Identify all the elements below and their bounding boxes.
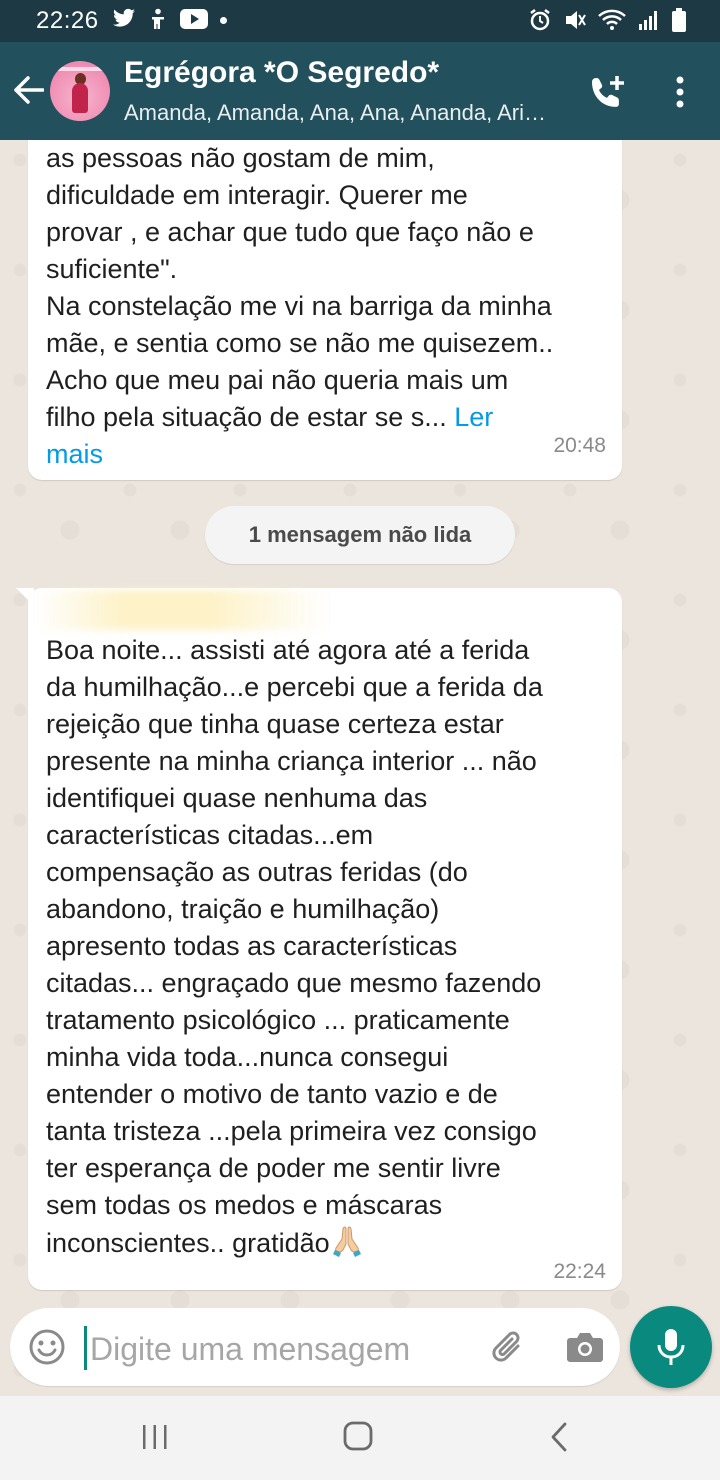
more-notifications-dot [220, 16, 227, 24]
chat-area[interactable]: as pessoas não gostam de mim, dificuldad… [0, 140, 720, 1396]
voice-message-button[interactable] [630, 1306, 712, 1388]
message-text-content: as pessoas não gostam de mim, dificuldad… [46, 143, 554, 432]
message-text: as pessoas não gostam de mim, dificuldad… [46, 140, 616, 473]
attach-icon[interactable] [488, 1328, 528, 1368]
status-bar: 22:26 [0, 0, 720, 42]
group-avatar[interactable] [50, 61, 110, 121]
accessibility-icon [152, 8, 164, 29]
alarm-icon [530, 9, 550, 31]
microphone-icon [657, 1329, 685, 1365]
twitter-icon [113, 8, 135, 27]
camera-icon[interactable] [566, 1330, 604, 1364]
back-arrow-icon[interactable] [14, 76, 44, 104]
message-text-content: Boa noite... assisti até agora até a fer… [46, 635, 543, 1258]
mute-icon [566, 11, 586, 29]
add-call-icon[interactable] [588, 74, 628, 112]
text-cursor [84, 1326, 87, 1370]
more-options-icon[interactable] [670, 74, 690, 110]
system-navigation-bar [0, 1396, 720, 1480]
emoji-icon[interactable] [28, 1328, 66, 1366]
recent-apps-icon[interactable] [140, 1423, 170, 1451]
message-time: 22:24 [553, 1260, 606, 1283]
chat-header: Egrégora *O Segredo* Amanda, Amanda, Ana… [0, 42, 720, 140]
status-system-icons [528, 8, 686, 32]
signal-icon [639, 11, 657, 30]
message-input[interactable] [88, 1326, 472, 1372]
message-bubble[interactable]: Boa noite... assisti até agora até a fer… [28, 588, 622, 1290]
message-bubble[interactable]: as pessoas não gostam de mim, dificuldad… [28, 140, 622, 480]
unread-messages-divider: 1 mensagem não lida [205, 506, 515, 564]
status-time: 22:26 [36, 7, 99, 34]
message-text: Boa noite... assisti até agora até a fer… [46, 632, 616, 1262]
message-input-bar [10, 1308, 620, 1386]
back-nav-icon[interactable] [548, 1421, 570, 1453]
home-icon[interactable] [342, 1420, 374, 1452]
wifi-icon [598, 9, 626, 30]
folded-hands-emoji [332, 1226, 361, 1257]
group-name[interactable]: Egrégora *O Segredo* [124, 56, 439, 90]
sender-name-redacted [34, 590, 330, 630]
youtube-icon [180, 9, 208, 29]
battery-icon [672, 8, 686, 32]
group-members[interactable]: Amanda, Amanda, Ana, Ana, Ananda, Ari… [124, 100, 564, 126]
status-notification-icons [112, 8, 227, 30]
message-time: 20:48 [553, 434, 606, 457]
